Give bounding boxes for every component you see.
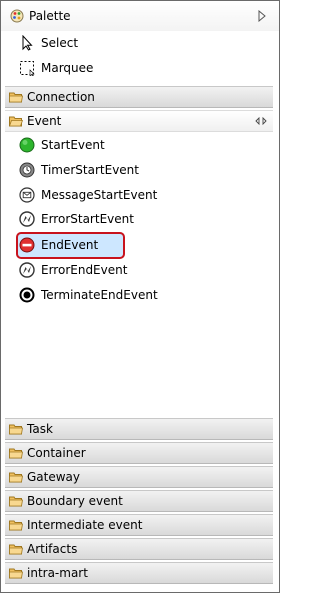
palette-item-label: ErrorEndEvent bbox=[41, 263, 128, 277]
palette-item-message-start-event[interactable]: MessageStartEvent bbox=[19, 184, 157, 206]
drawer-container-label: Container bbox=[27, 446, 86, 460]
folder-icon bbox=[9, 424, 23, 435]
palette-item-label: TimerStartEvent bbox=[41, 163, 139, 177]
drawer-artifacts[interactable]: Artifacts bbox=[5, 538, 273, 560]
palette-icon bbox=[10, 9, 24, 23]
folder-icon bbox=[9, 568, 23, 579]
palette-item-label: StartEvent bbox=[41, 138, 105, 152]
palette-item-label: EndEvent bbox=[41, 238, 99, 252]
palette-item-error-end-event[interactable]: ErrorEndEvent bbox=[19, 259, 127, 281]
open-folder-icon bbox=[9, 116, 23, 127]
drawer-connection-label: Connection bbox=[27, 90, 95, 104]
drawer-task-label: Task bbox=[27, 422, 53, 436]
palette-item-timer-start-event[interactable]: TimerStartEvent bbox=[19, 159, 139, 181]
palette-item-label: TerminateEndEvent bbox=[41, 288, 158, 302]
palette-item-end-event[interactable]: EndEvent bbox=[19, 234, 98, 256]
folder-icon bbox=[9, 496, 23, 507]
drawer-event-label: Event bbox=[27, 114, 62, 128]
palette-item-start-event[interactable]: StartEvent bbox=[19, 134, 105, 156]
folder-icon bbox=[9, 472, 23, 483]
drawer-event[interactable]: Event bbox=[5, 110, 273, 132]
palette-panel: Palette Select Marquee Connection Event bbox=[0, 0, 280, 593]
drawer-intra-mart[interactable]: intra-mart bbox=[5, 562, 273, 584]
drawer-task[interactable]: Task bbox=[5, 418, 273, 440]
drawer-intra-mart-label: intra-mart bbox=[27, 566, 88, 580]
message-start-event-icon bbox=[19, 187, 35, 203]
error-start-event-icon bbox=[19, 211, 35, 227]
error-end-event-icon bbox=[19, 262, 35, 278]
marquee-icon bbox=[20, 61, 35, 76]
tool-select[interactable]: Select bbox=[19, 32, 78, 54]
palette-item-label: ErrorStartEvent bbox=[41, 212, 134, 226]
folder-icon bbox=[9, 448, 23, 459]
folder-icon bbox=[9, 544, 23, 555]
drawer-intermediate-event-label: Intermediate event bbox=[27, 518, 143, 532]
arrow-cursor-icon bbox=[22, 35, 33, 51]
drawer-boundary-event-label: Boundary event bbox=[27, 494, 123, 508]
drawer-intermediate-event[interactable]: Intermediate event bbox=[5, 514, 273, 536]
terminate-end-event-icon bbox=[19, 287, 35, 303]
drawer-boundary-event[interactable]: Boundary event bbox=[5, 490, 273, 512]
tool-select-label: Select bbox=[41, 36, 79, 50]
timer-start-event-icon bbox=[19, 162, 35, 178]
palette-header: Palette bbox=[1, 1, 279, 31]
folder-icon bbox=[9, 92, 23, 103]
drawer-gateway-label: Gateway bbox=[27, 470, 81, 484]
palette-title: Palette bbox=[29, 9, 71, 23]
tool-marquee[interactable]: Marquee bbox=[19, 57, 93, 79]
end-event-icon bbox=[19, 237, 35, 253]
palette-item-label: MessageStartEvent bbox=[41, 188, 158, 202]
drawer-artifacts-label: Artifacts bbox=[27, 542, 78, 556]
pin-icon[interactable] bbox=[255, 115, 267, 127]
drawer-connection[interactable]: Connection bbox=[5, 86, 273, 108]
start-event-icon bbox=[19, 137, 35, 153]
palette-item-terminate-end-event[interactable]: TerminateEndEvent bbox=[19, 284, 158, 306]
drawer-gateway[interactable]: Gateway bbox=[5, 466, 273, 488]
folder-icon bbox=[9, 520, 23, 531]
tool-marquee-label: Marquee bbox=[41, 61, 94, 75]
palette-item-error-start-event[interactable]: ErrorStartEvent bbox=[19, 208, 134, 230]
palette-menu-arrow-icon[interactable] bbox=[257, 10, 267, 22]
drawer-container[interactable]: Container bbox=[5, 442, 273, 464]
